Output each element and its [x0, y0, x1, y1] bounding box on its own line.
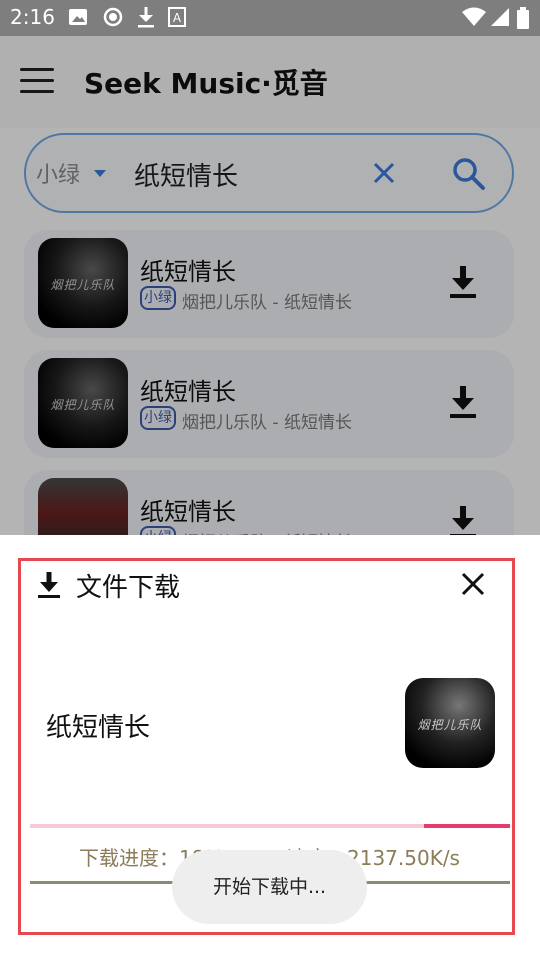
cover-text: 烟把儿乐队: [417, 718, 483, 732]
download-icon: [38, 572, 60, 598]
image-icon: [69, 9, 87, 25]
toast-message: 开始下载中...: [172, 850, 367, 924]
status-bar: 2:16 A: [0, 0, 540, 36]
record-icon: [103, 7, 123, 27]
download-icon: [138, 7, 154, 28]
wifi-icon: [462, 7, 486, 26]
close-icon[interactable]: [460, 571, 486, 597]
download-progress-bar: [30, 824, 510, 828]
app-screen: 2:16 A Seek Music·觅音 小绿 纸短情长 烟把儿乐队 纸短情长 …: [0, 0, 540, 960]
modal-scrim[interactable]: [0, 36, 540, 535]
signal-icon: [491, 8, 509, 26]
file-name: 纸短情长: [46, 713, 151, 743]
sheet-title: 文件下载: [76, 573, 181, 603]
file-cover: 烟把儿乐队: [405, 678, 495, 768]
battery-icon: [517, 7, 529, 29]
text-a-icon: A: [168, 7, 186, 27]
status-time: 2:16: [10, 5, 55, 29]
progress-fill: [423, 824, 510, 828]
svg-text:A: A: [173, 11, 182, 25]
